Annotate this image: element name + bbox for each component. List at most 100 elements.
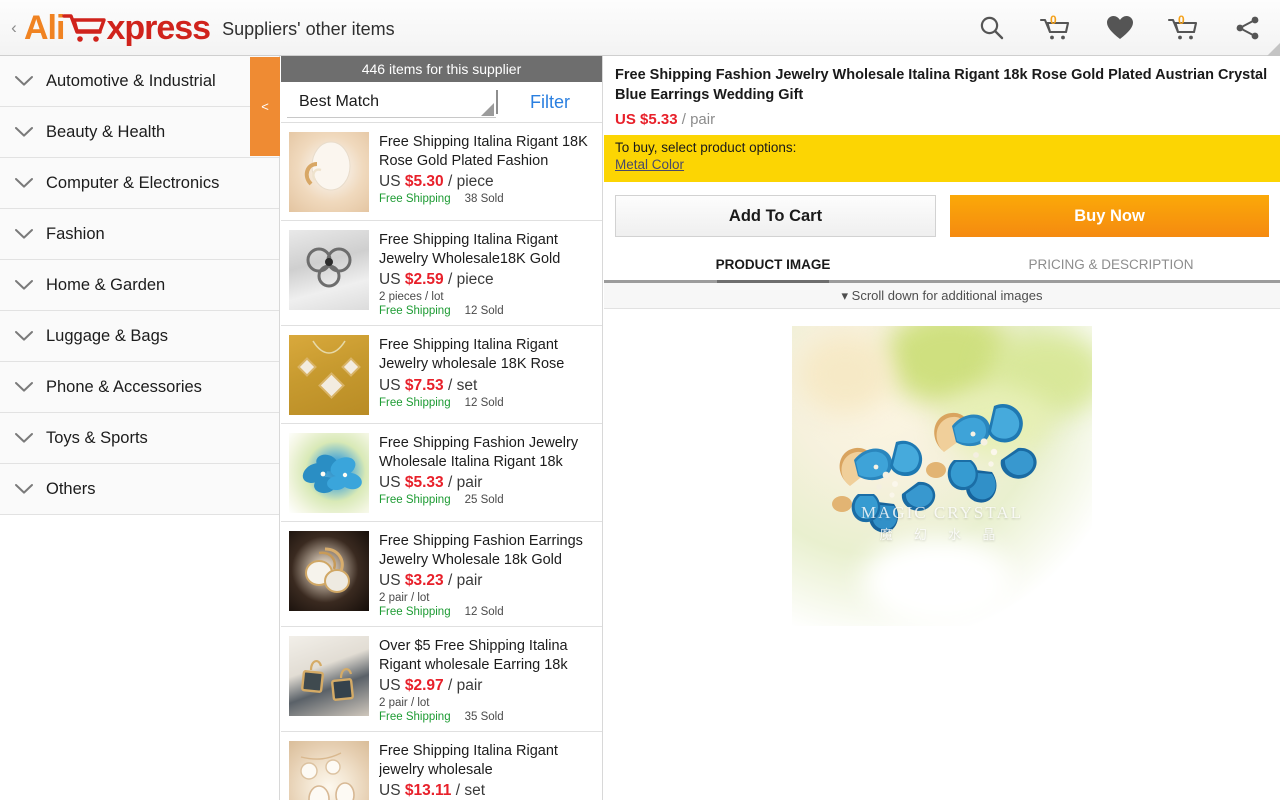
search-icon[interactable] bbox=[960, 0, 1024, 56]
product-list-item[interactable]: Over $5 Free Shipping Italina Rigant who… bbox=[281, 627, 602, 733]
free-shipping-label: Free Shipping bbox=[379, 494, 451, 507]
free-shipping-label: Free Shipping bbox=[379, 711, 451, 724]
product-info: Over $5 Free Shipping Italina Rigant who… bbox=[379, 636, 594, 723]
free-shipping-label: Free Shipping bbox=[379, 305, 451, 318]
sidebar-item-phone-accessories[interactable]: Phone & Accessories bbox=[0, 362, 279, 413]
chevron-down-icon bbox=[10, 330, 38, 342]
product-list-item[interactable]: Free Shipping Italina Rigant 18K Rose Go… bbox=[281, 123, 602, 221]
sidebar-collapse-button[interactable]: < bbox=[250, 57, 280, 156]
product-list[interactable]: Free Shipping Italina Rigant 18K Rose Go… bbox=[281, 123, 602, 800]
sidebar-item-luggage-bags[interactable]: Luggage & Bags bbox=[0, 311, 279, 362]
shopping-cart-logo-icon bbox=[62, 13, 107, 42]
chevron-down-icon bbox=[10, 75, 38, 87]
sidebar-item-home-garden[interactable]: Home & Garden bbox=[0, 260, 279, 311]
app-header: ‹ Ali xpress Suppliers' other items 0 0 bbox=[0, 0, 1280, 56]
sidebar-item-beauty-health[interactable]: Beauty & Health bbox=[0, 107, 279, 158]
product-hero-image: MAGIC CRYSTAL 魔 幻 水 晶 bbox=[792, 326, 1092, 627]
product-price: US $2.97 / pair bbox=[379, 677, 594, 695]
buy-now-button[interactable]: Buy Now bbox=[950, 195, 1269, 238]
cart-icon[interactable]: 0 bbox=[1152, 0, 1216, 56]
heart-icon[interactable] bbox=[1088, 0, 1152, 56]
sidebar-item-label: Toys & Sports bbox=[46, 428, 148, 447]
product-meta: Free Shipping 12 Sold bbox=[379, 305, 594, 317]
product-meta: Free Shipping 12 Sold bbox=[379, 397, 594, 409]
sold-count-label: 12 Sold bbox=[464, 606, 504, 619]
chevron-down-icon bbox=[10, 228, 38, 240]
product-options-bar: To buy, select product options: Metal Co… bbox=[604, 135, 1280, 183]
product-meta: Free Shipping 35 Sold bbox=[379, 711, 594, 723]
sort-select-value: Best Match bbox=[299, 92, 380, 110]
product-price-unit: / set bbox=[447, 377, 478, 395]
filter-button[interactable]: Filter bbox=[498, 82, 602, 122]
metal-color-option-link[interactable]: Metal Color bbox=[615, 157, 684, 172]
product-price-amount: $3.23 bbox=[404, 572, 444, 590]
product-lot-info: 2 pieces / lot bbox=[379, 291, 444, 304]
product-title: Free Shipping Italina Rigant jewelry who… bbox=[379, 743, 558, 778]
product-price-currency: US bbox=[379, 677, 401, 695]
product-meta: Free Shipping 38 Sold bbox=[379, 193, 594, 205]
share-icon[interactable] bbox=[1216, 0, 1280, 56]
product-info: Free Shipping Italina Rigant jewelry who… bbox=[379, 741, 594, 800]
product-lot-info: 2 pair / lot bbox=[379, 592, 430, 605]
product-meta: Free Shipping 25 Sold bbox=[379, 494, 594, 506]
product-price: US $7.53 / set bbox=[379, 377, 594, 395]
product-title: Over $5 Free Shipping Italina Rigant who… bbox=[379, 638, 568, 673]
add-to-cart-button[interactable]: Add To Cart bbox=[615, 195, 936, 238]
product-title: Free Shipping Fashion Jewelry Wholesale … bbox=[379, 435, 579, 470]
product-list-item[interactable]: Free Shipping Italina Rigant jewelry who… bbox=[281, 732, 602, 800]
product-price: US $2.59 / piece bbox=[379, 271, 594, 289]
product-list-item[interactable]: Free Shipping Italina Rigant Jewelry who… bbox=[281, 326, 602, 425]
product-list-item[interactable]: Free Shipping Fashion Earrings Jewelry W… bbox=[281, 522, 602, 628]
product-meta: Free Shipping 12 Sold bbox=[379, 606, 594, 618]
cart-icon[interactable]: 0 bbox=[1024, 0, 1088, 56]
product-info: Free Shipping Fashion Jewelry Wholesale … bbox=[379, 433, 594, 513]
tab-product-image[interactable]: PRODUCT IMAGE bbox=[604, 249, 942, 280]
image-watermark-chinese: 魔 幻 水 晶 bbox=[879, 527, 1005, 543]
product-price: US $13.11 / set bbox=[379, 782, 594, 800]
product-thumbnail bbox=[289, 433, 369, 514]
header-icon-group: 0 0 bbox=[960, 0, 1280, 56]
product-info: Free Shipping Italina Rigant Jewelry Who… bbox=[379, 230, 594, 317]
product-price-amount: $5.33 bbox=[404, 474, 444, 492]
product-title: Free Shipping Italina Rigant Jewelry who… bbox=[379, 337, 565, 372]
cart-badge-count: 0 bbox=[1178, 12, 1185, 27]
sidebar-item-label: Phone & Accessories bbox=[46, 377, 202, 396]
back-chevron-icon[interactable]: ‹ bbox=[4, 19, 24, 36]
product-image-viewer[interactable]: MAGIC CRYSTAL 魔 幻 水 晶 bbox=[604, 309, 1280, 800]
product-list-item[interactable]: Free Shipping Fashion Jewelry Wholesale … bbox=[281, 424, 602, 523]
sidebar-item-fashion[interactable]: Fashion bbox=[0, 209, 279, 260]
detail-product-title: Free Shipping Fashion Jewelry Wholesale … bbox=[615, 67, 1268, 103]
supplier-item-count: 446 items for this supplier bbox=[281, 56, 602, 82]
logo-ali-text: Ali bbox=[24, 8, 65, 47]
detail-tabs: PRODUCT IMAGE PRICING & DESCRIPTION bbox=[604, 249, 1280, 284]
sidebar-item-computer-electronics[interactable]: Computer & Electronics bbox=[0, 158, 279, 209]
product-title: Free Shipping Italina Rigant Jewelry Who… bbox=[379, 232, 561, 267]
product-price-unit: / piece bbox=[447, 173, 494, 191]
product-price-currency: US bbox=[379, 173, 401, 191]
product-title: Free Shipping Fashion Earrings Jewelry W… bbox=[379, 533, 583, 568]
product-thumbnail bbox=[289, 741, 369, 800]
chevron-down-icon bbox=[10, 432, 38, 444]
list-toolbar: Best Match Filter bbox=[281, 82, 602, 123]
sidebar-item-toys-sports[interactable]: Toys & Sports bbox=[0, 413, 279, 464]
product-title: Free Shipping Italina Rigant 18K Rose Go… bbox=[379, 134, 588, 169]
product-price-unit: / pair bbox=[447, 572, 483, 590]
sidebar-item-others[interactable]: Others bbox=[0, 464, 279, 515]
tab-pricing-description[interactable]: PRICING & DESCRIPTION bbox=[942, 249, 1280, 280]
sort-select[interactable]: Best Match bbox=[287, 86, 496, 118]
product-list-item[interactable]: Free Shipping Italina Rigant Jewelry Who… bbox=[281, 221, 602, 327]
product-price-unit: / set bbox=[455, 782, 486, 800]
free-shipping-label: Free Shipping bbox=[379, 397, 451, 410]
image-watermark-english: MAGIC CRYSTAL bbox=[860, 503, 1024, 523]
aliexpress-logo[interactable]: Ali xpress bbox=[24, 8, 211, 48]
product-price: US $3.23 / pair bbox=[379, 572, 594, 590]
sidebar-item-automotive-industrial[interactable]: Automotive & Industrial bbox=[0, 56, 279, 107]
chevron-down-icon bbox=[10, 126, 38, 138]
product-price-amount: $13.11 bbox=[404, 782, 452, 800]
product-list-column: 446 items for this supplier Best Match F… bbox=[281, 56, 603, 800]
sidebar-item-label: Others bbox=[46, 479, 96, 498]
detail-price-currency: US bbox=[615, 111, 636, 129]
page-title: Suppliers' other items bbox=[222, 18, 395, 39]
sidebar-item-label: Luggage & Bags bbox=[46, 326, 169, 345]
logo-xpress-text: xpress bbox=[106, 8, 211, 47]
